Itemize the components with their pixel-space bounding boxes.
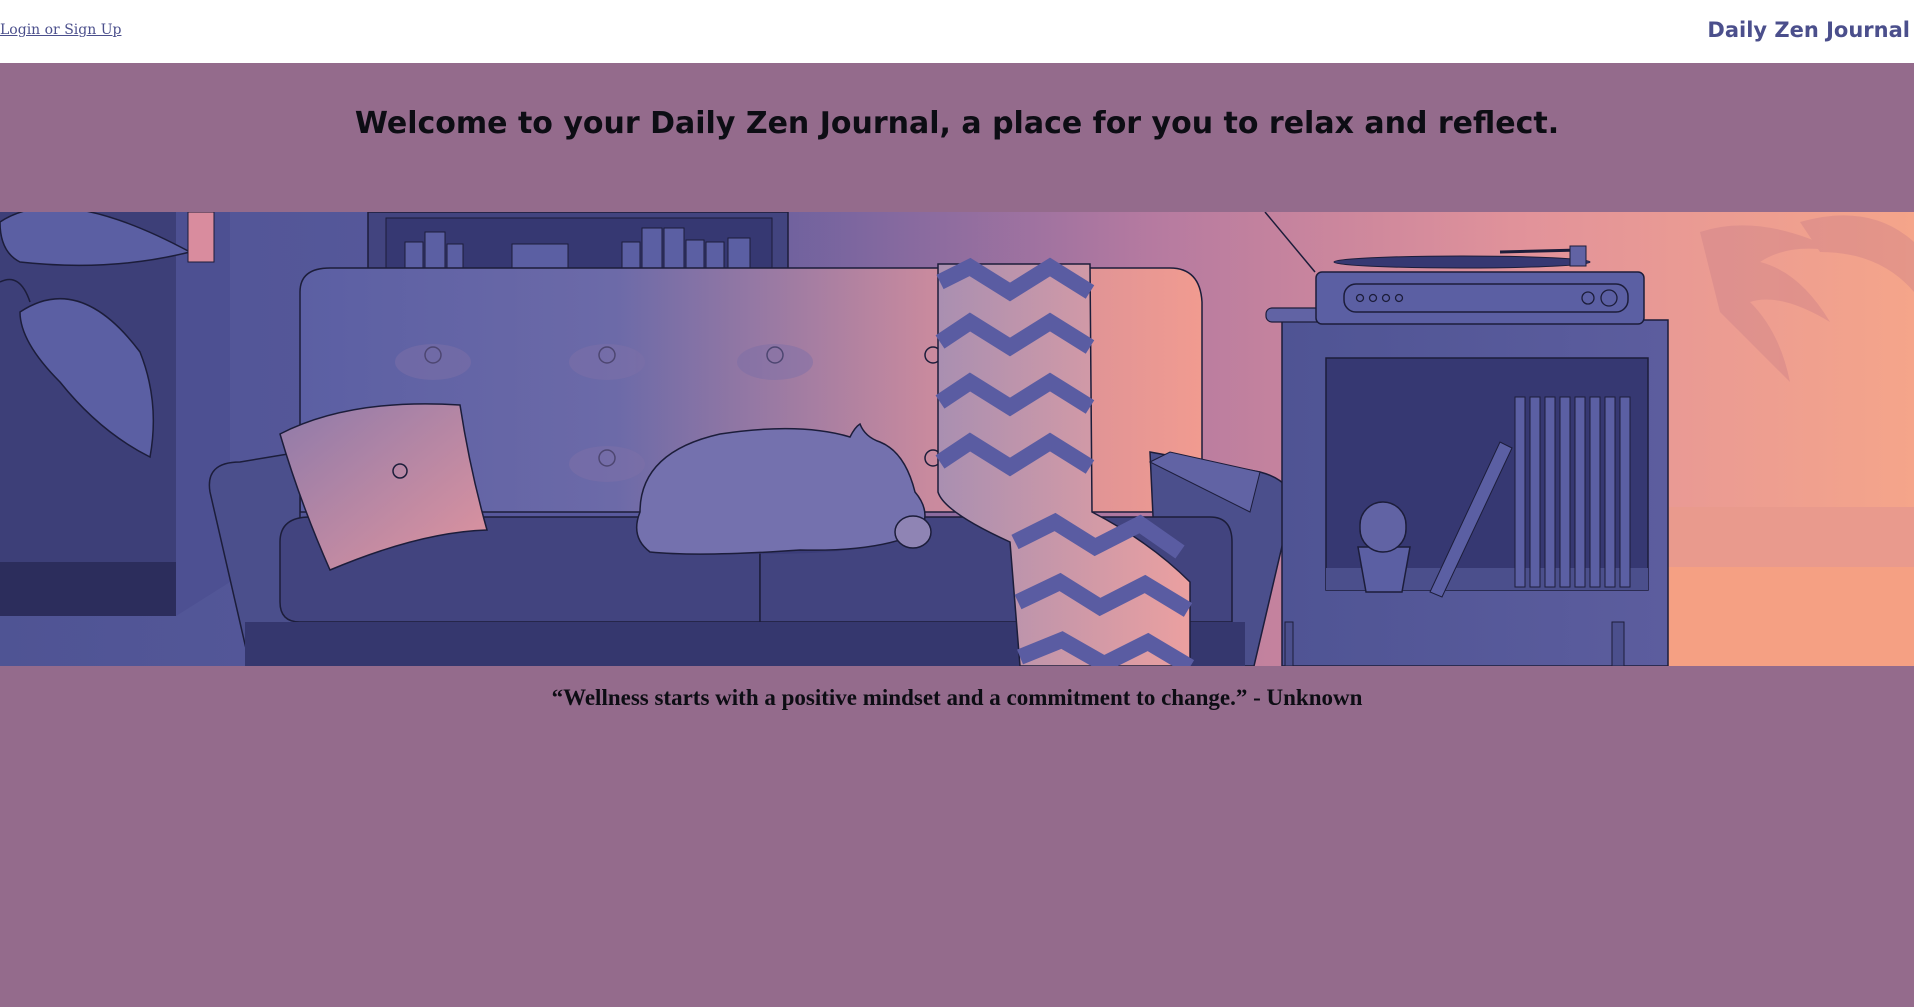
inspirational-quote: “Wellness starts with a positive mindset… bbox=[551, 685, 1363, 710]
welcome-heading: Welcome to your Daily Zen Journal, a pla… bbox=[354, 106, 1560, 141]
site-brand[interactable]: Daily Zen Journal bbox=[1707, 18, 1910, 42]
top-nav-bar: Login or Sign Up Daily Zen Journal bbox=[0, 0, 1914, 63]
login-signup-link[interactable]: Login or Sign Up bbox=[0, 22, 121, 38]
hero-illustration bbox=[0, 212, 1914, 666]
